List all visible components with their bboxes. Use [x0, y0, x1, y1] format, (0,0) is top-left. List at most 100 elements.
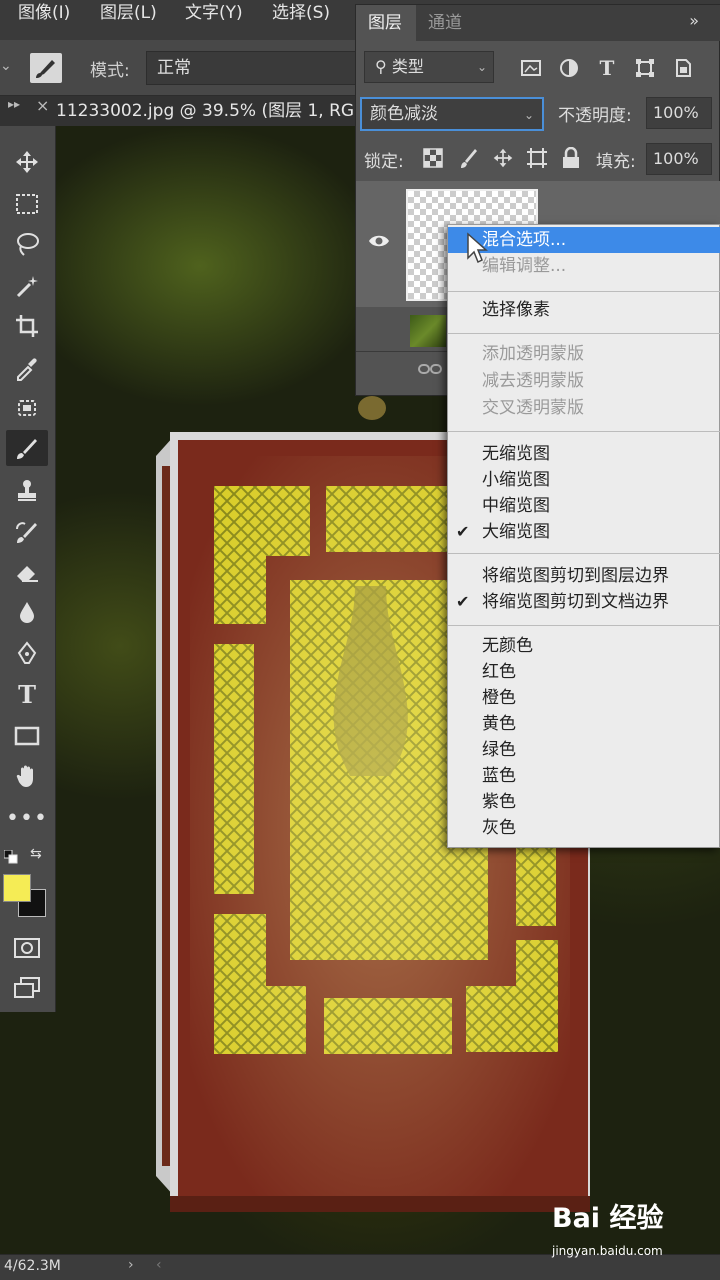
chevron-down-icon[interactable]: ⌄	[0, 58, 12, 74]
menu-layer[interactable]: 图层(L)	[100, 0, 157, 26]
menu-item-blue[interactable]: 蓝色	[448, 763, 720, 789]
blend-mode-select[interactable]: 颜色减淡 ⌄	[360, 97, 544, 131]
filter-pixel-icon[interactable]	[520, 57, 542, 79]
mode-select[interactable]: 正常	[146, 51, 356, 85]
mouse-cursor-icon	[467, 232, 488, 264]
menu-item-green[interactable]: 绿色	[448, 737, 720, 763]
eyedropper-tool[interactable]	[6, 350, 48, 386]
filter-type-icon[interactable]: T	[596, 56, 618, 80]
history-brush-icon	[16, 522, 37, 543]
checkmark-icon: ✔	[456, 592, 470, 611]
blur-tool[interactable]	[6, 594, 48, 630]
lock-artboard-icon[interactable]	[524, 145, 550, 171]
mode-label: 模式:	[90, 61, 130, 81]
menu-item-no-thumbnails[interactable]: 无缩览图	[448, 441, 720, 467]
chevron-left-icon[interactable]: ‹	[156, 1257, 162, 1273]
link-icon[interactable]	[418, 362, 442, 376]
menu-separator	[448, 291, 720, 292]
menu-item-select-pixels[interactable]: 选择像素	[448, 297, 720, 323]
opacity-label: 不透明度:	[558, 106, 632, 126]
checkmark-icon: ✔	[456, 522, 470, 541]
clone-stamp-tool[interactable]	[6, 472, 48, 508]
chevron-down-icon: ⌄	[523, 108, 534, 122]
watermark-brand: Bai 经验	[552, 1203, 664, 1234]
crop-tool[interactable]	[6, 308, 48, 344]
marquee-tool[interactable]	[6, 186, 48, 222]
background-layer-thumbnail[interactable]	[410, 315, 446, 347]
move-icon	[16, 151, 38, 173]
screen-mode-button[interactable]	[6, 970, 48, 1006]
menu-image[interactable]: 图像(I)	[18, 0, 70, 26]
menu-item-yellow[interactable]: 黄色	[448, 711, 720, 737]
menu-item-orange[interactable]: 橙色	[448, 685, 720, 711]
quick-mask-button[interactable]	[6, 930, 48, 966]
lock-all-icon[interactable]	[558, 145, 584, 171]
brush-preset-icon[interactable]	[30, 53, 62, 83]
hand-icon	[16, 765, 33, 787]
type-tool[interactable]: T	[6, 676, 48, 712]
lasso-icon	[17, 233, 39, 256]
menu-item-subtract-transparency-mask: 减去透明蒙版	[482, 371, 584, 391]
menu-item-large-thumbnails[interactable]: ✔ 大缩览图	[448, 519, 720, 545]
layer-filter-select[interactable]: ⚲ 类型 ⌄	[364, 51, 494, 83]
menu-item-small-thumbnails[interactable]: 小缩览图	[448, 467, 720, 493]
eyedropper-icon	[17, 358, 37, 381]
search-icon: ⚲	[375, 57, 392, 76]
rectangle-icon	[14, 726, 40, 746]
chevron-right-icon[interactable]: ›	[128, 1257, 134, 1273]
crop-icon	[16, 315, 38, 337]
swap-colors-icon[interactable]: ⇆	[30, 846, 42, 862]
filter-adjustment-icon[interactable]	[558, 57, 580, 79]
lock-transparency-icon[interactable]	[420, 145, 446, 171]
eraser-tool[interactable]	[6, 554, 48, 590]
more-icon: •••	[6, 805, 48, 831]
brush-tool[interactable]	[6, 430, 48, 466]
menu-select[interactable]: 选择(S)	[272, 0, 330, 26]
lock-pixels-icon[interactable]	[456, 145, 482, 171]
panel-expand-icon[interactable]: »	[689, 11, 699, 30]
menu-type[interactable]: 文字(Y)	[185, 0, 243, 26]
magic-wand-icon	[16, 276, 38, 298]
menu-item-intersect-transparency-mask: 交叉透明蒙版	[482, 398, 584, 418]
menu-separator	[448, 625, 720, 626]
pen-tool[interactable]	[6, 636, 48, 672]
filter-smart-object-icon[interactable]	[672, 57, 694, 79]
menu-item-medium-thumbnails[interactable]: 中缩览图	[448, 493, 720, 519]
fill-input[interactable]: 100%	[646, 143, 712, 175]
move-tool[interactable]	[6, 144, 48, 180]
more-tools[interactable]: •••	[6, 800, 48, 836]
pen-icon	[17, 641, 37, 664]
menu-separator	[448, 333, 720, 334]
lasso-tool[interactable]	[6, 226, 48, 262]
rectangle-tool[interactable]	[6, 718, 48, 754]
eye-icon[interactable]	[368, 233, 390, 249]
collapse-arrows-icon[interactable]: ▸▸	[8, 97, 20, 111]
filter-shape-icon[interactable]	[634, 57, 656, 79]
stamp-icon	[18, 480, 36, 501]
fill-label: 填充:	[596, 152, 636, 172]
menu-item-red[interactable]: 红色	[448, 659, 720, 685]
chevron-down-icon: ⌄	[476, 60, 487, 74]
menu-item-gray[interactable]: 灰色	[448, 815, 720, 841]
opacity-input[interactable]: 100%	[646, 97, 712, 129]
menu-item-clip-to-layer-bounds[interactable]: 将缩览图剪切到图层边界	[448, 563, 720, 589]
screen-mode-icon	[14, 977, 40, 998]
lock-position-icon[interactable]	[490, 145, 516, 171]
menu-item-violet[interactable]: 紫色	[448, 789, 720, 815]
patch-tool[interactable]	[6, 390, 48, 426]
document-tab[interactable]: 11233002.jpg @ 39.5% (图层 1, RGB/8)	[56, 96, 356, 126]
hand-tool[interactable]	[6, 758, 48, 794]
menu-item-no-color[interactable]: 无颜色	[448, 633, 720, 659]
close-icon[interactable]: ×	[36, 96, 49, 115]
menu-item-clip-to-document-bounds[interactable]: ✔ 将缩览图剪切到文档边界	[448, 589, 720, 615]
magic-wand-tool[interactable]	[6, 268, 48, 304]
tab-channels[interactable]: 通道	[428, 5, 462, 41]
history-brush-tool[interactable]	[6, 514, 48, 550]
lock-label: 锁定:	[364, 152, 404, 172]
menu-item-add-transparency-mask: 添加透明蒙版	[482, 344, 584, 364]
foreground-color-swatch[interactable]	[3, 874, 31, 902]
default-colors-icon[interactable]	[4, 850, 18, 864]
tab-layers[interactable]: 图层	[356, 5, 416, 41]
eraser-icon	[17, 566, 38, 582]
baidu-jingyan-watermark: Bai 经验 jingyan.baidu.com	[552, 1196, 664, 1258]
